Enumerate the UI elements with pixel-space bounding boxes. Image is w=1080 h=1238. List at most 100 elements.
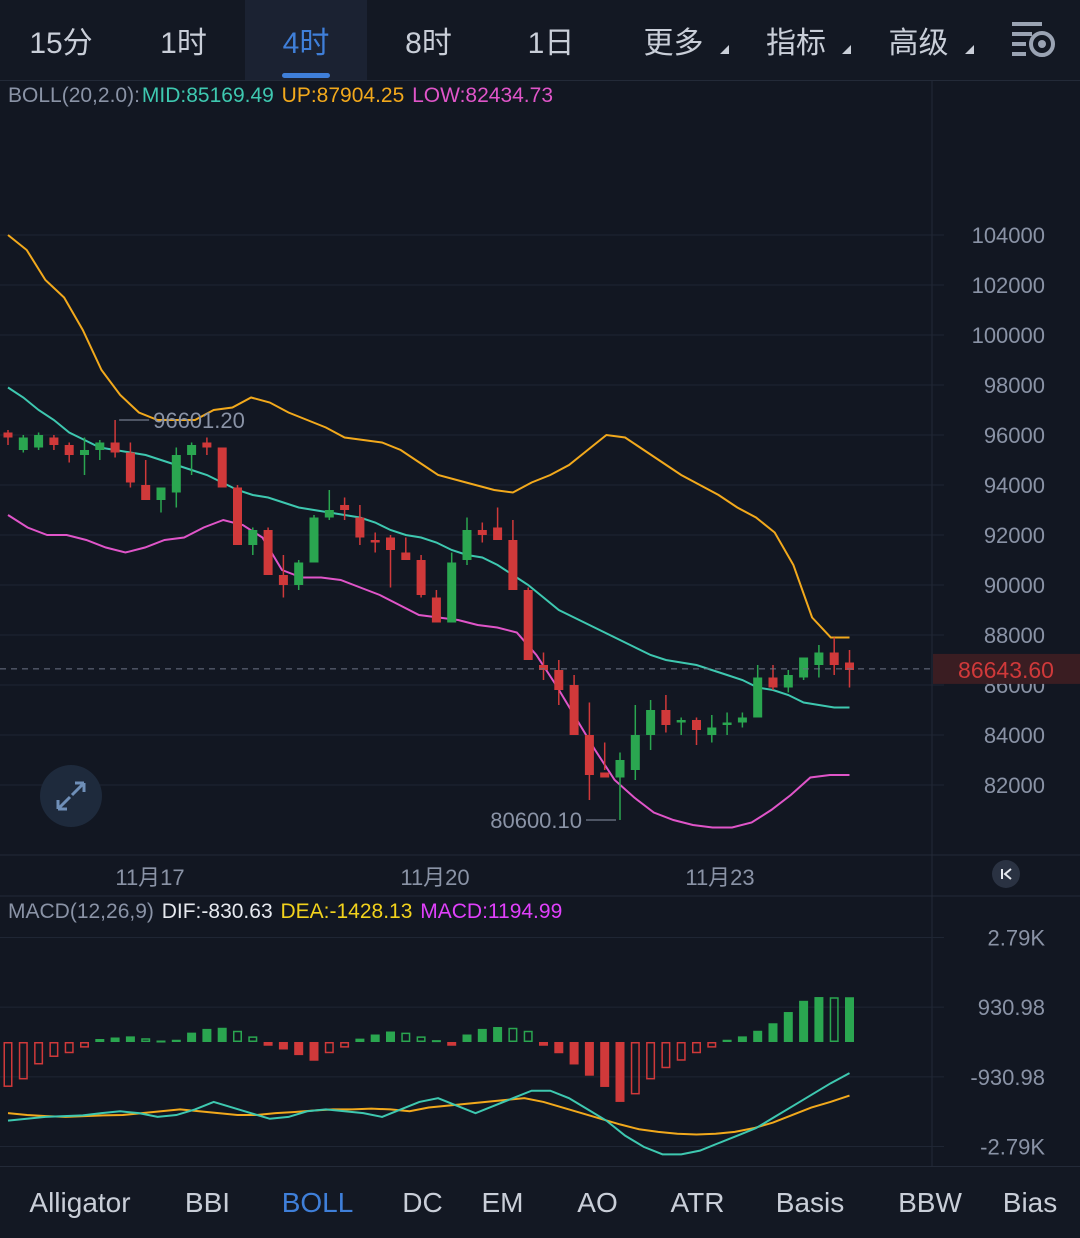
- macd-histogram-bar: [753, 1030, 763, 1042]
- macd-histogram-bar: [324, 1042, 334, 1054]
- macd-histogram-bar: [447, 1042, 457, 1046]
- macd-histogram-bar: [692, 1042, 701, 1054]
- candle-body: [3, 432, 13, 438]
- macd-histogram-bar: [569, 1042, 579, 1065]
- candle-body: [569, 685, 579, 735]
- candle-body: [722, 722, 732, 725]
- boll-legend-low: LOW:82434.73: [412, 84, 554, 107]
- candle-body: [34, 435, 44, 448]
- indicator-tab[interactable]: ATR: [655, 1167, 740, 1238]
- candle-body: [799, 657, 809, 678]
- candle-body: [141, 485, 151, 500]
- macd-histogram-bar: [600, 1042, 610, 1087]
- indicator-tab[interactable]: Basis: [740, 1167, 880, 1238]
- candle-body: [783, 675, 793, 688]
- candle-body: [401, 552, 411, 560]
- scroll-to-latest-button[interactable]: [992, 860, 1020, 888]
- candle-body: [707, 727, 717, 735]
- macd-histogram-bar: [615, 1042, 625, 1102]
- candle-body: [278, 575, 288, 585]
- fullscreen-expand-button[interactable]: [40, 765, 102, 827]
- macd-histogram-bar: [477, 1028, 487, 1042]
- macd-lines: [7, 1072, 850, 1156]
- price-tick-label: 98000: [984, 373, 1045, 398]
- macd-tick-label: 930.98: [978, 995, 1045, 1020]
- indicator-tab[interactable]: BBI: [160, 1167, 255, 1238]
- chart-canvas[interactable]: 104000 102000 100000 98000 96000 94000 92000 90…: [0, 0, 1080, 1166]
- candlestick-series: [3, 420, 854, 820]
- candle-body: [110, 442, 120, 453]
- macd-histogram-bar: [584, 1042, 594, 1076]
- macd-histogram-bar: [646, 1042, 656, 1080]
- candle-body: [18, 437, 28, 450]
- macd-legend-macd: MACD:1194.99: [420, 900, 563, 923]
- macd-histogram-bar: [64, 1042, 74, 1054]
- indicator-tab[interactable]: BOLL: [255, 1167, 380, 1238]
- price-tick-label: 100000: [972, 323, 1045, 348]
- indicator-tab[interactable]: AO: [540, 1167, 655, 1238]
- indicator-tab[interactable]: BBW: [880, 1167, 980, 1238]
- macd-histogram-bar: [202, 1028, 212, 1042]
- candle-body: [768, 677, 778, 688]
- candle-body: [95, 442, 105, 450]
- indicator-tab-label: BBI: [184, 1186, 231, 1218]
- macd-tick-label: -930.98: [970, 1065, 1045, 1090]
- indicator-tab[interactable]: Bias: [980, 1167, 1080, 1238]
- indicator-tab[interactable]: DC: [380, 1167, 465, 1238]
- macd-legend-dea: DEA:-1428.13: [280, 900, 413, 923]
- macd-histogram-bar: [125, 1036, 135, 1042]
- candle-body: [462, 530, 472, 560]
- candle-body: [630, 735, 640, 770]
- macd-histogram-bar: [814, 997, 824, 1042]
- macd-histogram-bar: [278, 1042, 288, 1050]
- boll-legend: BOLL(20,2.0):MID:85169.49 UP:87904.25 LO…: [8, 84, 555, 108]
- candle-body: [125, 452, 135, 483]
- macd-histogram-bar: [401, 1032, 411, 1043]
- macd-histogram-bar: [156, 1040, 166, 1043]
- candle-body: [829, 652, 839, 665]
- candle-body: [554, 670, 564, 690]
- skip-to-end-icon: [1001, 868, 1012, 880]
- macd-histogram-bar: [462, 1034, 472, 1042]
- candle-body: [737, 717, 747, 723]
- candle-body: [309, 517, 319, 563]
- indicator-tab-label: BOLL: [281, 1186, 354, 1218]
- indicator-tab-label: EM: [481, 1186, 524, 1218]
- candle-body: [615, 760, 625, 778]
- candle-body: [80, 450, 89, 455]
- time-axis: 11月17 11月20 11月23: [115, 865, 754, 890]
- macd-histogram-bar: [34, 1042, 44, 1065]
- macd-histogram-bar: [737, 1036, 747, 1042]
- macd-histogram-bar: [707, 1042, 717, 1048]
- candle-body: [49, 437, 59, 445]
- candle-body: [171, 455, 181, 493]
- macd-histogram-bar: [416, 1036, 426, 1042]
- candle-body: [477, 530, 487, 535]
- macd-tick-label: -2.79K: [980, 1135, 1045, 1160]
- macd-histogram-bar: [110, 1037, 120, 1042]
- candle-body: [370, 540, 380, 543]
- candle-body: [217, 447, 227, 488]
- candle-body: [508, 540, 518, 590]
- boll-legend-up: UP:87904.25: [281, 84, 405, 107]
- indicator-tab[interactable]: EM: [465, 1167, 540, 1238]
- main-chart-grid: [0, 81, 1080, 1166]
- bollinger-bands: [7, 234, 850, 829]
- expand-arrows-icon: [56, 781, 86, 811]
- candle-body: [600, 772, 610, 778]
- candle-body: [202, 442, 212, 448]
- candle-body: [340, 505, 350, 510]
- candle-body: [431, 597, 441, 623]
- candle-body: [646, 710, 656, 735]
- macd-histogram-bar: [355, 1038, 365, 1042]
- macd-histogram-bar: [845, 997, 854, 1042]
- macd-legend-dif: DIF:-830.63: [161, 900, 273, 923]
- macd-histogram-bar: [263, 1042, 273, 1046]
- macd-histogram-bar: [508, 1027, 518, 1042]
- macd-histogram-bar: [233, 1030, 242, 1042]
- boll-legend-mid: MID:85169.49: [141, 84, 274, 107]
- macd-histogram-bar: [829, 997, 839, 1042]
- indicator-tab[interactable]: Alligator: [0, 1167, 160, 1238]
- low-annotation-label: 80600.10: [490, 808, 582, 833]
- candle-body: [64, 445, 74, 455]
